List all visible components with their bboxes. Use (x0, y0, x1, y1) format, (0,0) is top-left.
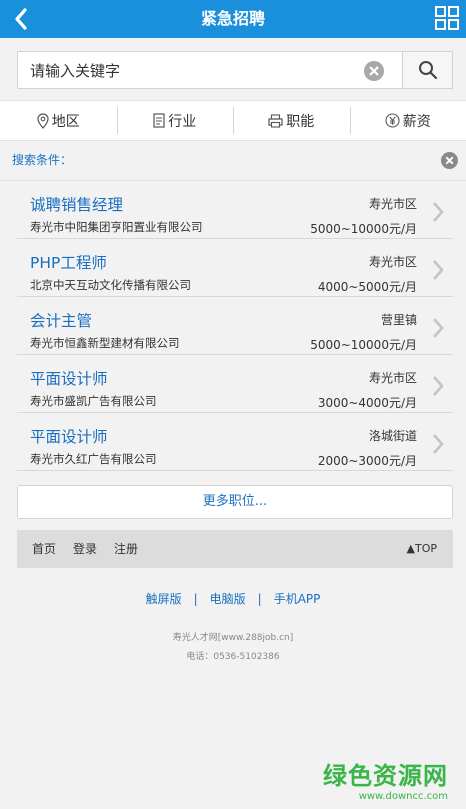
filter-function-label: 职能 (286, 113, 315, 130)
separator: | (193, 592, 198, 606)
site-copyright: 寿光人才网[www.288job.cn] (172, 633, 294, 643)
separator: | (257, 592, 262, 606)
more-jobs-button[interactable]: 更多职位... (17, 485, 453, 519)
job-location: 洛城街道 (368, 429, 417, 443)
job-item[interactable]: 平面设计师 寿光市区 寿光市盛凯广告有限公司 3000~4000元/月 (17, 355, 453, 413)
job-title[interactable]: 诚聘销售经理 (30, 193, 123, 215)
filter-salary-label: 薪资 (402, 113, 431, 130)
filter-function[interactable]: 职能 (233, 101, 350, 140)
printer-icon (268, 113, 283, 128)
filter-region-label: 地区 (51, 113, 80, 130)
footer-home-link[interactable]: 首页 (32, 530, 56, 568)
chevron-right-icon (433, 318, 444, 338)
search-criteria: 搜索条件： (0, 141, 466, 181)
filter-salary[interactable]: 薪资 (349, 101, 466, 140)
chevron-right-icon (433, 260, 444, 280)
job-location: 营里镇 (380, 313, 417, 327)
watermark-title: 绿色资源网 (323, 762, 448, 790)
job-salary: 3000~4000元/月 (317, 396, 417, 410)
footer-register-link[interactable]: 注册 (114, 530, 138, 568)
search-icon (418, 61, 437, 80)
job-list: 诚聘销售经理 寿光市区 寿光市中阳集团亨阳置业有限公司 5000~10000元/… (0, 181, 466, 471)
job-title[interactable]: PHP工程师 (30, 251, 107, 273)
job-company: 北京中天互动文化传播有限公司 (30, 278, 191, 292)
job-company: 寿光市久红广告有限公司 (30, 452, 157, 466)
job-company: 寿光市盛凯广告有限公司 (30, 394, 157, 408)
site-phone: 电话：0536-5102386 (186, 652, 280, 662)
location-pin-icon (37, 112, 49, 129)
page-title: 紧急招聘 (200, 9, 265, 28)
job-salary: 4000~5000元/月 (317, 280, 417, 294)
job-item[interactable]: 诚聘销售经理 寿光市区 寿光市中阳集团亨阳置业有限公司 5000~10000元/… (17, 181, 453, 239)
app-version-link[interactable]: 手机APP (274, 592, 321, 606)
job-location: 寿光市区 (368, 371, 417, 385)
grid-icon (435, 6, 459, 30)
clear-criteria-icon[interactable] (441, 152, 458, 169)
grid-menu-button[interactable] (434, 5, 460, 31)
touch-version-link[interactable]: 触屏版 (146, 592, 182, 606)
watermark: 绿色资源网 www.downcc.com (323, 756, 448, 802)
job-item[interactable]: 会计主管 营里镇 寿光市恒鑫新型建材有限公司 5000~10000元/月 (17, 297, 453, 355)
job-salary: 5000~10000元/月 (310, 338, 417, 352)
filter-region[interactable]: 地区 (0, 101, 117, 140)
job-item[interactable]: PHP工程师 寿光市区 北京中天互动文化传播有限公司 4000~5000元/月 (17, 239, 453, 297)
search-placeholder: 请输入关键字 (30, 62, 121, 80)
watermark-url: www.downcc.com (358, 791, 448, 802)
clear-icon[interactable] (364, 61, 384, 81)
job-salary: 2000~3000元/月 (317, 454, 417, 468)
job-title[interactable]: 平面设计师 (30, 425, 108, 447)
job-title[interactable]: 平面设计师 (30, 367, 108, 389)
filter-bar: 地区 行业 职能 薪资 (0, 100, 466, 141)
search-row: 请输入关键字 (0, 38, 466, 100)
job-location: 寿光市区 (368, 197, 417, 211)
chevron-right-icon (433, 202, 444, 222)
search-button[interactable] (402, 51, 453, 89)
job-title[interactable]: 会计主管 (30, 309, 92, 331)
job-company: 寿光市中阳集团亨阳置业有限公司 (30, 220, 203, 234)
criteria-label: 搜索条件： (12, 153, 73, 167)
pc-version-link[interactable]: 电脑版 (210, 592, 246, 606)
job-company: 寿光市恒鑫新型建材有限公司 (30, 336, 180, 350)
yen-icon (385, 113, 400, 128)
search-input[interactable]: 请输入关键字 (17, 51, 403, 89)
job-item[interactable]: 平面设计师 洛城街道 寿光市久红广告有限公司 2000~3000元/月 (17, 413, 453, 471)
chevron-right-icon (433, 434, 444, 454)
footer-login-link[interactable]: 登录 (73, 530, 97, 568)
top-bar: 紧急招聘 (0, 0, 466, 38)
version-links: 触屏版 | 电脑版 | 手机APP (0, 590, 466, 607)
back-to-top-button[interactable]: ▲TOP (407, 530, 437, 568)
filter-industry[interactable]: 行业 (116, 101, 234, 140)
document-icon (153, 113, 165, 128)
chevron-right-icon (433, 376, 444, 396)
job-location: 寿光市区 (368, 255, 417, 269)
footer-nav: 首页 登录 注册 ▲TOP (17, 530, 453, 568)
job-salary: 5000~10000元/月 (310, 222, 417, 236)
filter-industry-label: 行业 (168, 113, 197, 130)
